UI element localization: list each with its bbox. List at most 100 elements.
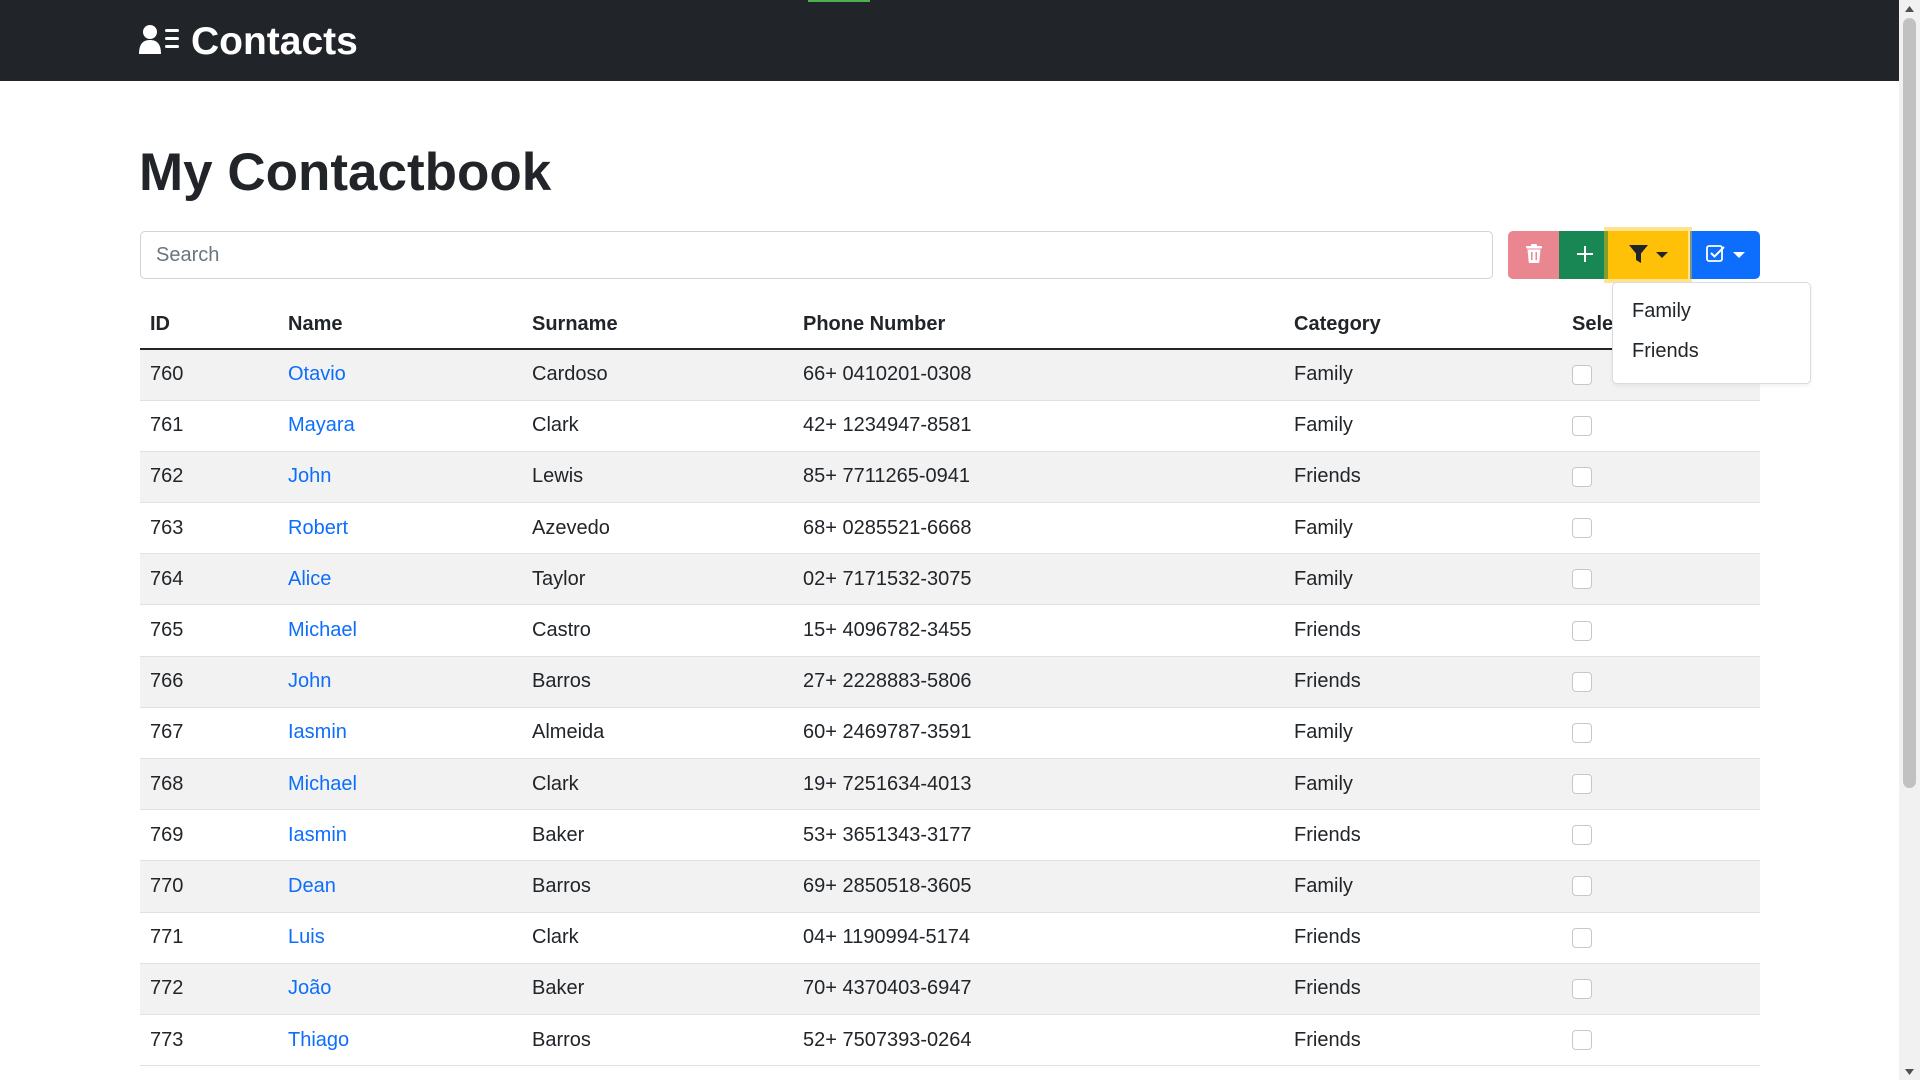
cell-id: 769 bbox=[140, 809, 278, 862]
cell-select bbox=[1562, 502, 1760, 555]
table-row: 762 John Lewis 85+ 7711265-0941 Friends bbox=[140, 451, 1760, 504]
contact-name-link[interactable]: Thiago bbox=[288, 1029, 349, 1051]
cell-category: Family bbox=[1284, 553, 1562, 606]
cell-name: Mayara bbox=[278, 400, 522, 452]
cell-phone: 42+ 1234947-8581 bbox=[793, 400, 1284, 452]
cell-id: 760 bbox=[140, 349, 278, 401]
select-dropdown-button[interactable] bbox=[1690, 231, 1760, 279]
contact-name-link[interactable]: Mayara bbox=[288, 414, 355, 436]
trash-icon bbox=[1525, 244, 1542, 266]
cell-name: John bbox=[278, 656, 522, 708]
filter-option-friends[interactable]: Friends bbox=[1613, 331, 1810, 371]
row-select-checkbox[interactable] bbox=[1572, 518, 1592, 539]
cell-phone: 27+ 2228883-5806 bbox=[793, 656, 1284, 708]
row-select-checkbox[interactable] bbox=[1572, 415, 1592, 436]
row-select-checkbox[interactable] bbox=[1572, 466, 1592, 487]
cell-phone: 60+ 2469787-3591 bbox=[793, 707, 1284, 760]
scroll-up-arrow-icon[interactable] bbox=[1899, 0, 1920, 17]
row-select-checkbox[interactable] bbox=[1572, 569, 1592, 590]
navbar-brand[interactable]: Contacts bbox=[139, 18, 358, 66]
table-row: 770 Dean Barros 69+ 2850518-3605 Family bbox=[140, 860, 1760, 913]
cell-surname: Taylor bbox=[522, 553, 793, 606]
table-row: 767 Iasmin Almeida 60+ 2469787-3591 Family bbox=[140, 707, 1760, 760]
plus-icon bbox=[1576, 245, 1594, 266]
cell-category: Family bbox=[1284, 349, 1562, 401]
contact-name-link[interactable]: Robert bbox=[288, 517, 348, 539]
contact-name-link[interactable]: João bbox=[288, 977, 331, 999]
cell-id: 766 bbox=[140, 656, 278, 708]
delete-button[interactable] bbox=[1508, 231, 1559, 279]
cell-surname: Azevedo bbox=[522, 502, 793, 555]
cell-id: 771 bbox=[140, 912, 278, 964]
cell-select bbox=[1562, 707, 1760, 760]
cell-phone: 66+ 0410201-0308 bbox=[793, 349, 1284, 401]
cell-surname: Cardoso bbox=[522, 349, 793, 401]
cell-category: Friends bbox=[1284, 451, 1562, 504]
cell-surname: Baker bbox=[522, 963, 793, 1015]
cell-phone: 68+ 0285521-6668 bbox=[793, 502, 1284, 555]
row-select-checkbox[interactable] bbox=[1572, 927, 1592, 948]
scrollbar-thumb[interactable] bbox=[1903, 18, 1916, 788]
search-input[interactable] bbox=[140, 231, 1493, 279]
contact-name-link[interactable]: Luis bbox=[288, 926, 325, 948]
cell-name: Iasmin bbox=[278, 707, 522, 760]
row-select-checkbox[interactable] bbox=[1572, 978, 1592, 999]
cell-id: 762 bbox=[140, 451, 278, 504]
row-select-checkbox[interactable] bbox=[1572, 722, 1592, 743]
cell-category: Friends bbox=[1284, 1014, 1562, 1067]
contact-name-link[interactable]: John bbox=[288, 465, 331, 487]
contact-name-link[interactable]: John bbox=[288, 670, 331, 692]
table-row: 769 Iasmin Baker 53+ 3651343-3177 Friends bbox=[140, 809, 1760, 862]
contact-name-link[interactable]: Iasmin bbox=[288, 824, 347, 846]
navbar: Contacts bbox=[0, 0, 1899, 81]
page-title: My Contactbook bbox=[139, 143, 552, 202]
cell-phone: 85+ 7711265-0941 bbox=[793, 451, 1284, 504]
table-row: 773 Thiago Barros 52+ 7507393-0264 Friends bbox=[140, 1014, 1760, 1067]
table-row: 763 Robert Azevedo 68+ 0285521-6668 Family bbox=[140, 502, 1760, 555]
row-select-checkbox[interactable] bbox=[1572, 620, 1592, 641]
contact-name-link[interactable]: Michael bbox=[288, 619, 357, 641]
row-select-checkbox[interactable] bbox=[1572, 774, 1592, 795]
cell-category: Friends bbox=[1284, 604, 1562, 657]
filter-option-family[interactable]: Family bbox=[1613, 291, 1810, 331]
contact-name-link[interactable]: Iasmin bbox=[288, 721, 347, 743]
cell-select bbox=[1562, 963, 1760, 1015]
table-row: 772 João Baker 70+ 4370403-6947 Friends bbox=[140, 963, 1760, 1015]
cell-name: Michael bbox=[278, 758, 522, 811]
contact-name-link[interactable]: Otavio bbox=[288, 363, 346, 385]
chevron-down-icon bbox=[1732, 252, 1745, 258]
cell-select bbox=[1562, 604, 1760, 657]
contact-name-link[interactable]: Dean bbox=[288, 875, 336, 897]
row-select-checkbox[interactable] bbox=[1572, 876, 1592, 897]
check-square-icon bbox=[1705, 244, 1725, 266]
table-row: 768 Michael Clark 19+ 7251634-4013 Family bbox=[140, 758, 1760, 811]
cell-phone: 02+ 7171532-3075 bbox=[793, 553, 1284, 606]
row-select-checkbox[interactable] bbox=[1572, 671, 1592, 692]
cell-id: 770 bbox=[140, 860, 278, 913]
column-header-phone: Phone Number bbox=[793, 301, 1284, 350]
filter-dropdown-button[interactable] bbox=[1608, 231, 1688, 279]
scroll-down-arrow-icon[interactable] bbox=[1899, 1063, 1920, 1080]
table-body: 760 Otavio Cardoso 66+ 0410201-0308 Family 76… bbox=[140, 349, 1760, 1067]
filter-dropdown-menu: Family Friends bbox=[1612, 282, 1811, 384]
cell-name: Alice bbox=[278, 553, 522, 606]
navbar-accent-line bbox=[808, 0, 870, 2]
add-contact-button[interactable] bbox=[1559, 231, 1610, 279]
cell-id: 765 bbox=[140, 604, 278, 657]
contact-name-link[interactable]: Michael bbox=[288, 773, 357, 795]
row-select-checkbox[interactable] bbox=[1572, 825, 1592, 846]
cell-phone: 53+ 3651343-3177 bbox=[793, 809, 1284, 862]
cell-surname: Barros bbox=[522, 1014, 793, 1067]
row-select-checkbox[interactable] bbox=[1572, 364, 1592, 385]
contact-name-link[interactable]: Alice bbox=[288, 568, 331, 590]
row-select-checkbox[interactable] bbox=[1572, 1030, 1592, 1051]
table-row: 761 Mayara Clark 42+ 1234947-8581 Family bbox=[140, 400, 1760, 452]
cell-category: Friends bbox=[1284, 963, 1562, 1015]
cell-surname: Castro bbox=[522, 604, 793, 657]
cell-surname: Baker bbox=[522, 809, 793, 862]
cell-category: Family bbox=[1284, 758, 1562, 811]
page-scrollbar[interactable] bbox=[1899, 0, 1920, 1080]
column-header-surname: Surname bbox=[522, 301, 793, 350]
cell-select bbox=[1562, 656, 1760, 708]
cell-id: 763 bbox=[140, 502, 278, 555]
